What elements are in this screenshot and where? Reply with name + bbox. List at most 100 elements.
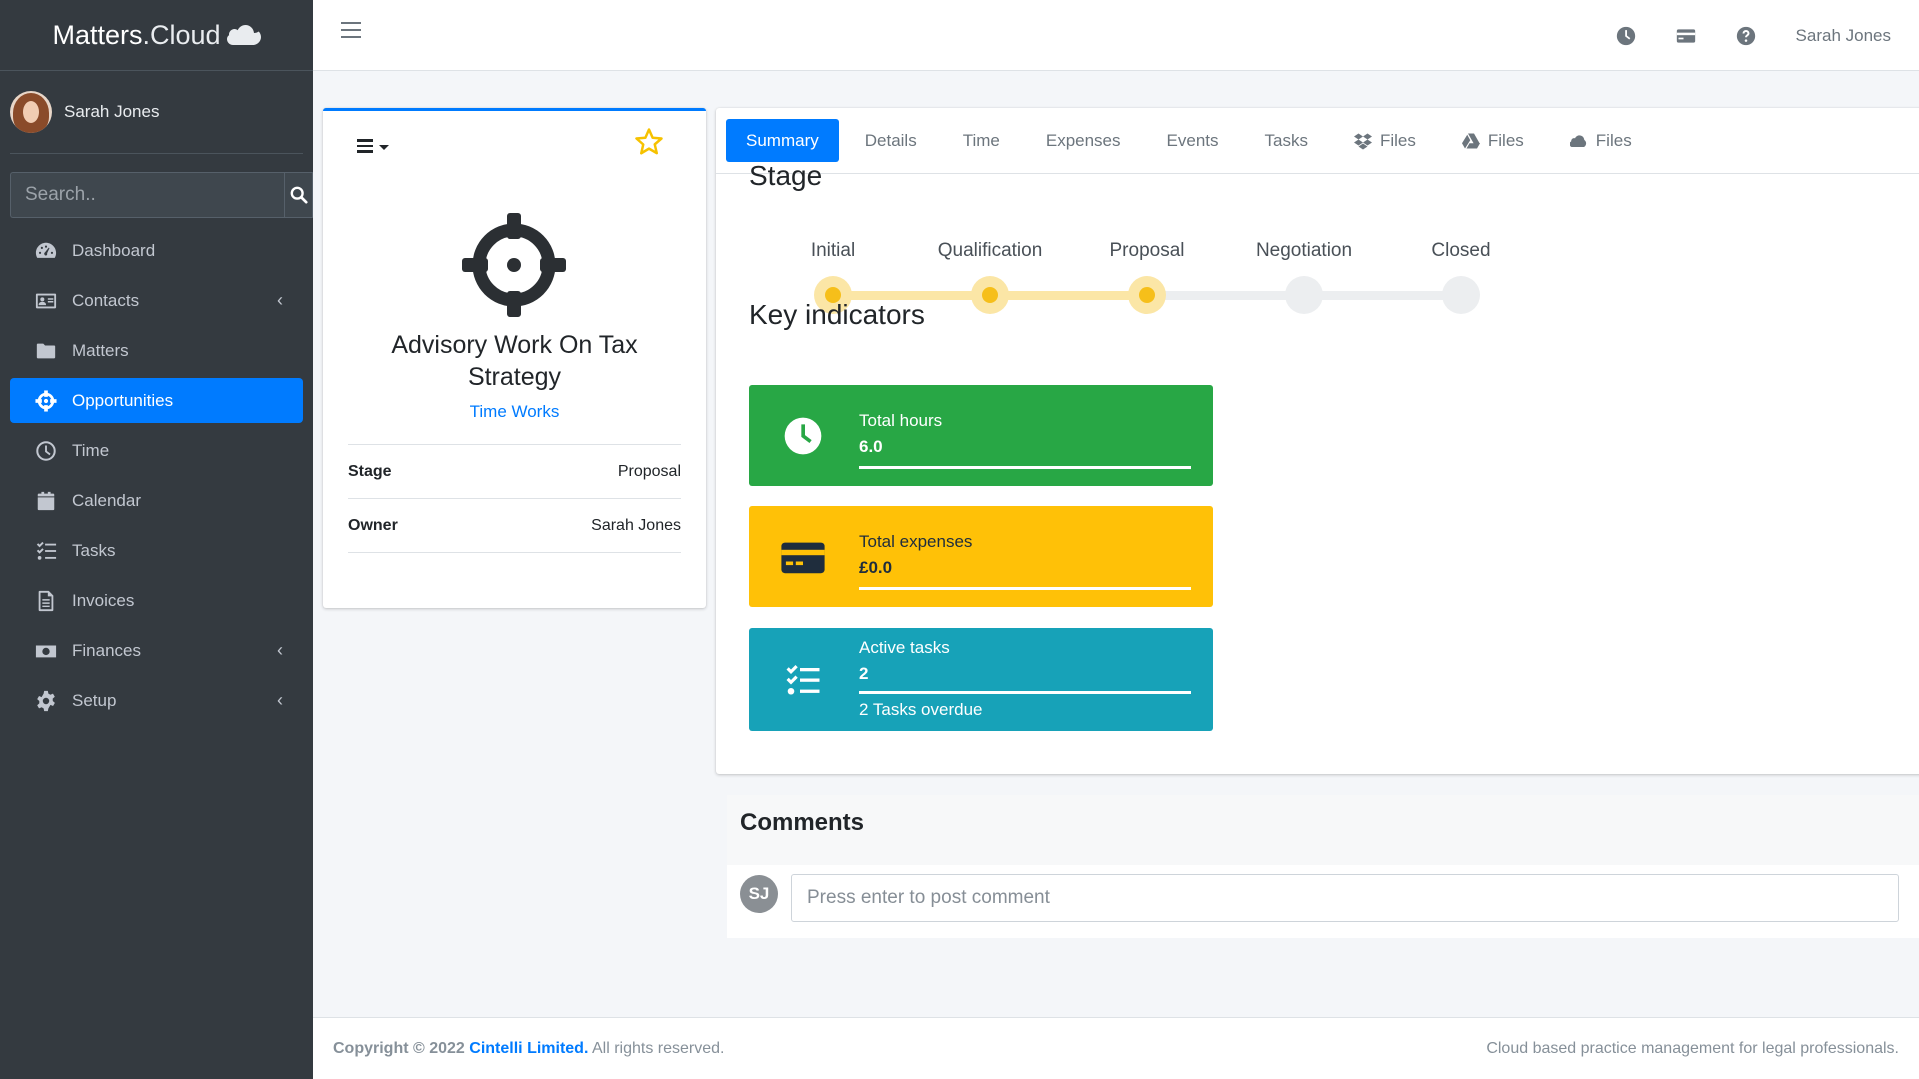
tab-label: Details <box>864 130 917 150</box>
user-name: Sarah Jones <box>64 102 160 121</box>
tab-expenses[interactable]: Expenses <box>1026 119 1141 162</box>
top-user-name[interactable]: Sarah Jones <box>1796 26 1891 46</box>
brand-name: Matters <box>52 19 143 50</box>
money-bill-icon <box>34 639 58 663</box>
search-button[interactable] <box>284 172 313 218</box>
property-key: Owner <box>348 516 398 534</box>
menu-toggle-icon[interactable] <box>341 22 361 43</box>
tab-files-google-drive[interactable]: Files <box>1442 119 1544 162</box>
stage-dot-qualification[interactable] <box>971 276 1009 314</box>
sidebar-item-label: Matters <box>72 340 129 360</box>
opportunity-properties: Stage Proposal Owner Sarah Jones <box>348 444 681 553</box>
property-value: Sarah Jones <box>591 516 681 534</box>
sidebar-item-contacts[interactable]: Contacts ‹ <box>10 278 303 323</box>
tab-files-cloud[interactable]: Files <box>1550 119 1652 162</box>
search-input[interactable] <box>10 172 284 218</box>
indicator-progress-bar <box>859 691 1191 694</box>
indicator-total-hours[interactable]: Total hours 6.0 <box>749 385 1213 486</box>
comments-section: Comments SJ <box>727 795 1919 938</box>
tab-summary[interactable]: Summary <box>726 119 839 162</box>
sidebar-item-label: Tasks <box>72 540 116 560</box>
indicator-value: £0.0 <box>859 558 893 577</box>
cloud-icon <box>1569 134 1586 147</box>
indicator-value: 6.0 <box>859 437 883 456</box>
star-icon[interactable] <box>634 127 664 157</box>
comment-input[interactable] <box>791 874 1899 922</box>
sidebar-search <box>10 172 313 218</box>
tasks-icon <box>779 628 827 731</box>
indicator-label: Total hours <box>859 411 943 430</box>
sidebar-item-tasks[interactable]: Tasks <box>10 528 303 573</box>
sidebar-item-label: Finances <box>72 640 141 660</box>
indicator-progress-bar <box>859 587 1191 590</box>
stage-label-closed: Closed <box>1431 240 1491 261</box>
tab-bar: Summary Details Time Expenses Events Tas… <box>716 108 1919 174</box>
sidebar-item-finances[interactable]: Finances ‹ <box>10 628 303 673</box>
indicator-label: Total expenses <box>859 532 973 551</box>
sidebar-item-label: Setup <box>72 690 117 710</box>
sidebar-item-opportunities[interactable]: Opportunities <box>10 378 303 423</box>
credit-card-icon[interactable] <box>1676 26 1696 46</box>
tab-files-dropbox[interactable]: Files <box>1334 119 1436 162</box>
question-circle-icon[interactable] <box>1736 26 1756 46</box>
folder-icon <box>34 339 58 363</box>
copyright-text: Copyright © 2022 <box>333 1039 465 1057</box>
chevron-left-icon: ‹ <box>277 640 283 660</box>
caret-down-icon <box>379 144 389 150</box>
sidebar-item-label: Calendar <box>72 490 141 510</box>
credit-card-icon <box>779 506 827 607</box>
commenter-avatar: SJ <box>740 875 778 913</box>
sidebar-item-label: Time <box>72 440 110 460</box>
clock-icon[interactable] <box>1616 26 1636 46</box>
top-actions: Sarah Jones <box>1616 0 1891 71</box>
tab-label: Files <box>1487 130 1524 150</box>
key-indicators-heading: Key indicators <box>749 299 925 330</box>
tab-label: Expenses <box>1045 130 1121 150</box>
comments-heading: Comments <box>740 809 865 836</box>
tab-tasks[interactable]: Tasks <box>1245 119 1328 162</box>
indicator-active-tasks[interactable]: Active tasks 2 2 Tasks overdue <box>749 628 1213 731</box>
top-navbar: Sarah Jones <box>313 0 1919 71</box>
property-row-owner: Owner Sarah Jones <box>348 499 681 553</box>
clock-icon <box>34 439 58 463</box>
stage-dot-closed[interactable] <box>1442 276 1480 314</box>
sidebar-item-matters[interactable]: Matters <box>10 328 303 373</box>
sidebar-item-label: Dashboard <box>72 240 156 260</box>
stage-dot-negotiation[interactable] <box>1285 276 1323 314</box>
invoice-icon <box>34 589 58 613</box>
indicator-total-expenses[interactable]: Total expenses £0.0 <box>749 506 1213 607</box>
sidebar: Matters.Cloud Sarah Jones Dashboard Cont… <box>0 0 313 1079</box>
tab-details[interactable]: Details <box>845 119 937 162</box>
sidebar-item-invoices[interactable]: Invoices <box>10 578 303 623</box>
user-panel[interactable]: Sarah Jones <box>10 71 303 154</box>
company-link[interactable]: Cintelli Limited. <box>469 1040 588 1057</box>
sidebar-item-dashboard[interactable]: Dashboard <box>10 228 303 273</box>
search-icon <box>290 186 308 204</box>
opportunity-summary-panel: Summary Details Time Expenses Events Tas… <box>716 108 1919 774</box>
client-link[interactable]: Time Works <box>323 402 706 422</box>
sidebar-item-calendar[interactable]: Calendar <box>10 478 303 523</box>
stage-heading: Stage <box>749 160 823 191</box>
sidebar-item-time[interactable]: Time <box>10 428 303 473</box>
footer-tagline: Cloud based practice management for lega… <box>1486 1039 1899 1057</box>
tasks-icon <box>34 539 58 563</box>
chevron-left-icon: ‹ <box>277 690 283 710</box>
tab-label: Summary <box>746 130 819 150</box>
crosshairs-icon <box>462 213 566 317</box>
opportunity-card: Advisory Work On Tax Strategy Time Works… <box>323 108 706 608</box>
indicator-value: 2 <box>859 664 869 683</box>
property-row-stage: Stage Proposal <box>348 445 681 499</box>
brand-logo[interactable]: Matters .Cloud <box>0 0 313 71</box>
google-drive-icon <box>1461 133 1480 148</box>
sidebar-item-setup[interactable]: Setup ‹ <box>10 678 303 723</box>
stage-dot-proposal[interactable] <box>1128 276 1166 314</box>
card-menu-dropdown[interactable] <box>357 139 389 156</box>
tab-label: Time <box>962 130 1000 150</box>
indicator-progress-bar <box>859 466 1191 469</box>
sidebar-item-label: Invoices <box>72 590 135 610</box>
chevron-left-icon: ‹ <box>277 290 283 310</box>
rights-text: All rights reserved. <box>591 1039 725 1057</box>
tab-events[interactable]: Events <box>1147 119 1239 162</box>
tab-time[interactable]: Time <box>943 119 1020 162</box>
sidebar-item-label: Opportunities <box>72 390 174 410</box>
